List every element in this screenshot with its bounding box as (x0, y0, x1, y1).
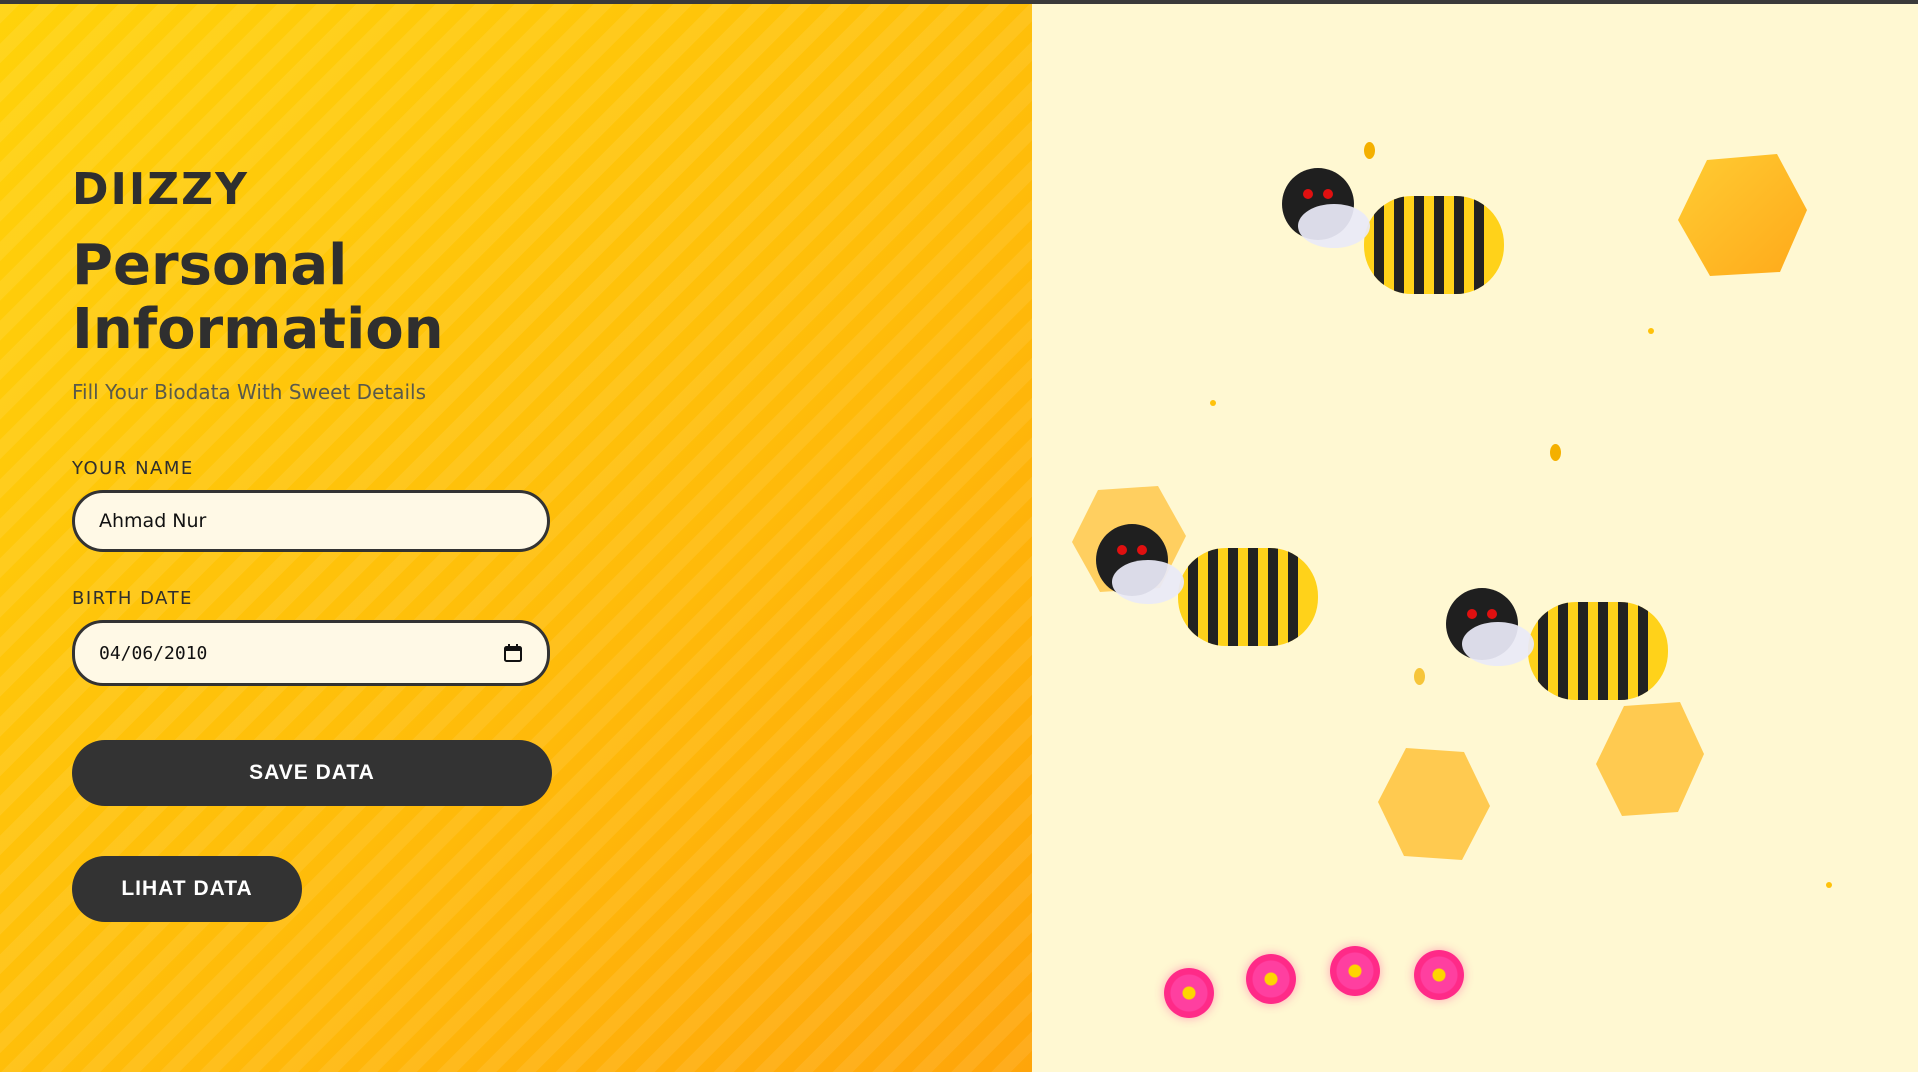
page-title: Personal Information (72, 233, 444, 362)
hexagon-icon (1678, 154, 1807, 276)
flower-icon (1414, 950, 1464, 1000)
brand-logo: DIIZZY (72, 164, 249, 215)
honey-drop-icon (1414, 668, 1425, 685)
name-label: YOUR NAME (72, 458, 194, 479)
flower-icon (1164, 968, 1214, 1018)
form-panel: DIIZZY Personal Information Fill Your Bi… (0, 4, 1032, 1072)
honey-drop-icon (1364, 142, 1375, 159)
flower-icon (1246, 954, 1296, 1004)
bee-icon (1282, 168, 1504, 294)
hexagon-icon (1378, 748, 1490, 860)
name-field[interactable] (72, 490, 550, 552)
calendar-icon[interactable] (503, 643, 523, 663)
page-subtitle: Fill Your Biodata With Sweet Details (72, 380, 427, 404)
illustration-panel (1032, 4, 1918, 1072)
birth-date-value[interactable]: 04/06/2010 (99, 643, 503, 664)
view-data-button[interactable]: LIHAT DATA (72, 856, 302, 922)
bee-icon (1446, 588, 1668, 700)
birth-date-field[interactable]: 04/06/2010 (72, 620, 550, 686)
name-input[interactable] (99, 510, 523, 532)
bee-icon (1096, 524, 1318, 646)
save-data-button[interactable]: SAVE DATA (72, 740, 552, 806)
pollen-dot (1826, 882, 1832, 888)
pollen-dot (1648, 328, 1654, 334)
honey-drop-icon (1550, 444, 1561, 461)
pollen-dot (1210, 400, 1216, 406)
flower-icon (1330, 946, 1380, 996)
birth-date-label: BIRTH DATE (72, 588, 193, 609)
